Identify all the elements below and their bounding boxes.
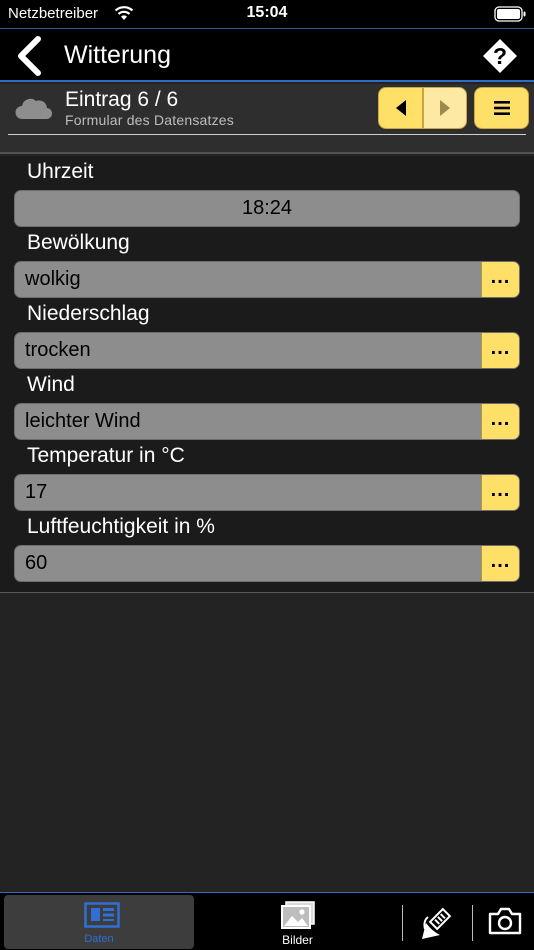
wind-input[interactable]: leichter Wind ... (14, 403, 520, 440)
cloud-icon (15, 98, 52, 120)
tab-images[interactable]: Bilder (200, 895, 395, 949)
cloud-cover-picker-button[interactable]: ... (481, 262, 519, 297)
page-title: Witterung (64, 41, 171, 69)
record-title: Eintrag 6 / 6 (65, 88, 179, 111)
arrow-right-icon (440, 100, 450, 116)
field-label: Temperatur in °C (27, 444, 185, 467)
humidity-picker-button[interactable]: ... (481, 546, 519, 581)
images-icon (281, 901, 315, 929)
satellite-icon[interactable] (418, 903, 456, 941)
field-value: trocken (25, 339, 91, 361)
menu-button[interactable] (474, 87, 529, 129)
record-header: Eintrag 6 / 6 Formular des Datensatzes (0, 84, 534, 154)
arrow-left-icon (395, 100, 406, 116)
temperature-picker-button[interactable]: ... (481, 475, 519, 510)
back-chevron-icon[interactable] (12, 36, 46, 76)
field-label: Wind (27, 373, 75, 396)
tab-form-label: Daten (84, 933, 114, 945)
field-label: Niederschlag (27, 302, 150, 325)
camera-icon[interactable] (488, 907, 522, 935)
tab-separator (472, 905, 473, 941)
field-label: Luftfeuchtigkeit in % (27, 515, 215, 538)
field-value: 17 (25, 481, 48, 503)
tab-separator (402, 905, 403, 941)
field-value: 60 (25, 552, 48, 574)
field-label: Uhrzeit (27, 160, 94, 183)
field-value: 18:24 (241, 197, 293, 219)
header-divider (8, 134, 526, 135)
precipitation-picker-button[interactable]: ... (481, 333, 519, 368)
field-value: leichter Wind (25, 410, 141, 432)
cloud-cover-input[interactable]: wolkig ... (14, 261, 520, 298)
form-icon (84, 902, 120, 928)
tab-form[interactable]: Daten (4, 895, 194, 949)
record-subtitle: Formular des Datensatzes (65, 112, 234, 128)
field-value: wolkig (25, 268, 81, 290)
time-input[interactable]: 18:24 (14, 190, 520, 227)
tab-images-label: Bilder (282, 933, 313, 947)
nav-bar: Witterung ? (0, 28, 534, 82)
humidity-input[interactable]: 60 ... (14, 545, 520, 582)
tab-bar: Daten Bilder (0, 892, 534, 950)
record-form: Uhrzeit 18:24 Bewölkung wolkig ... Niede… (0, 156, 534, 593)
precipitation-input[interactable]: trocken ... (14, 332, 520, 369)
temperature-input[interactable]: 17 ... (14, 474, 520, 511)
status-bar: Netzbetreiber 15:04 (0, 0, 534, 28)
help-icon[interactable]: ? (482, 38, 518, 74)
wind-picker-button[interactable]: ... (481, 404, 519, 439)
previous-record-button[interactable] (378, 87, 423, 129)
clock: 15:04 (246, 4, 288, 21)
next-record-button[interactable] (423, 87, 467, 129)
battery-icon (494, 6, 526, 22)
menu-icon (493, 101, 510, 115)
field-label: Bewölkung (27, 231, 130, 254)
svg-text:?: ? (493, 43, 507, 69)
